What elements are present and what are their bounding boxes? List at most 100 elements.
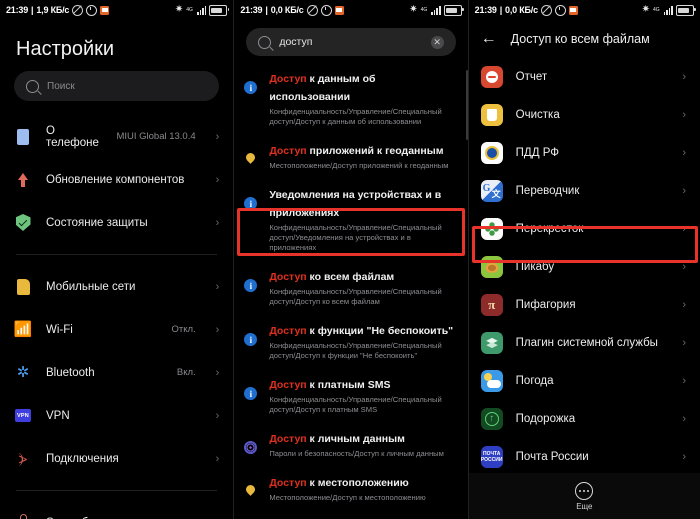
status-time: 21:39 xyxy=(474,5,497,15)
system-service-plugin-icon xyxy=(480,332,503,354)
battery-icon xyxy=(209,4,230,16)
more-dots-icon[interactable] xyxy=(575,481,594,500)
search-placeholder: Поиск xyxy=(47,80,75,92)
search-result-item[interactable]: Доступ к местоположению Местоположение/Д… xyxy=(234,466,467,510)
search-result-item[interactable]: i Уведомления на устройствах и в приложе… xyxy=(234,178,467,260)
chevron-right-icon: › xyxy=(215,216,220,229)
signal-icon xyxy=(196,5,207,15)
more-label: Еще xyxy=(576,501,593,511)
status-net-speed: 0,0 КБ/с xyxy=(505,5,538,15)
battery-icon xyxy=(443,4,464,16)
row-label: Обновление компонентов xyxy=(46,173,185,186)
search-result-item[interactable]: i Доступ к функции "Не беспокоить" Конфи… xyxy=(234,314,467,368)
app-label: Перекресток xyxy=(515,223,584,235)
sidebar-item-about-phone[interactable]: О телефоне MIUI Global 13.0.4 › xyxy=(0,115,233,158)
alarm-icon xyxy=(320,4,332,16)
status-bar-right: ✷ 4G xyxy=(641,4,696,16)
list-item-app[interactable]: ↑ Подорожка › xyxy=(469,400,700,438)
app-label: Подорожка xyxy=(515,413,576,425)
location-pin-icon xyxy=(243,473,258,496)
search-input[interactable]: Поиск xyxy=(14,71,220,101)
status-bar-left: 21:39 | 0,0 КБ/с xyxy=(474,4,578,16)
chevron-right-icon: › xyxy=(682,261,686,273)
status-bar-panel3: 21:39 | 0,0 КБ/с ✷ 4G xyxy=(469,0,700,20)
phone-icon xyxy=(14,128,32,146)
alarm-icon xyxy=(86,4,98,16)
sidebar-item-bluetooth[interactable]: ✲ Bluetooth Вкл. › xyxy=(0,351,233,394)
status-separator: | xyxy=(499,5,503,15)
search-result-item[interactable]: i Доступ к платным SMS Конфиденциальност… xyxy=(234,368,467,422)
chevron-right-icon: › xyxy=(682,185,686,197)
pikabu-icon xyxy=(480,256,503,278)
info-circle-icon: i xyxy=(243,69,258,94)
chevron-right-icon: › xyxy=(215,323,220,336)
vpn-icon: VPN xyxy=(14,407,32,425)
battery-icon xyxy=(676,4,696,16)
status-net-speed: 1,9 КБ/с xyxy=(36,5,70,15)
status-separator: | xyxy=(31,5,34,15)
back-arrow-icon[interactable]: ← xyxy=(481,31,497,47)
status-time: 21:39 xyxy=(6,5,29,15)
shield-check-icon xyxy=(14,214,32,232)
do-not-disturb-icon xyxy=(72,4,84,16)
search-input[interactable]: доступ ✕ xyxy=(246,28,456,56)
sidebar-item-security-status[interactable]: Состояние защиты › xyxy=(0,201,233,244)
search-result-item[interactable]: i Доступ к данным об использовании Конфи… xyxy=(234,62,467,134)
list-item-app-pikabu[interactable]: Пикабу › xyxy=(469,248,700,286)
app-label: Пикабу xyxy=(515,261,555,273)
fingerprint-icon xyxy=(243,429,258,454)
chevron-right-icon: › xyxy=(682,451,686,463)
weather-icon xyxy=(480,370,503,392)
row-label: Wi-Fi xyxy=(46,323,73,336)
location-pin-icon xyxy=(243,141,258,164)
app-label: Почта России xyxy=(515,451,589,463)
list-item-app[interactable]: Очистка › xyxy=(469,96,700,134)
app-label: Очистка xyxy=(515,109,560,121)
status-time: 21:39 xyxy=(240,5,263,15)
list-item-app[interactable]: Погода › xyxy=(469,362,700,400)
list-item-app[interactable]: Отчет › xyxy=(469,58,700,96)
sidebar-item-component-update[interactable]: Обновление компонентов › xyxy=(0,158,233,201)
page-title: Доступ ко всем файлам xyxy=(510,32,650,46)
list-item-app[interactable]: G 文 Переводчик › xyxy=(469,172,700,210)
search-result-item[interactable]: Доступ к личным данным Пароли и безопасн… xyxy=(234,422,467,466)
list-item-app[interactable]: Перекресток › xyxy=(469,210,700,248)
app-label: Отчет xyxy=(515,71,548,83)
sidebar-item-vpn[interactable]: VPN VPN › xyxy=(0,394,233,437)
clear-search-button[interactable]: ✕ xyxy=(430,35,444,49)
signal-label: 4G xyxy=(420,6,428,13)
wifi-icon: 📶 xyxy=(13,321,33,338)
chevron-right-icon: › xyxy=(682,147,686,159)
list-item-app[interactable]: Плагин системной службы › xyxy=(469,324,700,362)
sidebar-item-connections[interactable]: ⦔ Подключения › xyxy=(0,437,233,480)
bluetooth-icon: ✷ xyxy=(641,4,650,15)
row-value: Откл. xyxy=(171,324,196,335)
orange-app-icon xyxy=(568,5,578,15)
pdd-rf-icon xyxy=(480,142,503,164)
status-bar-right: ✷ 4G xyxy=(175,4,230,16)
result-title: Уведомления на устройствах и в приложени… xyxy=(269,189,442,219)
settings-search-results-screen: 21:39 | 0,0 КБ/с ✷ 4G доступ ✕ i Доступ … xyxy=(233,0,468,519)
list-item-app[interactable]: π Пифагория › xyxy=(469,286,700,324)
chevron-right-icon: › xyxy=(682,337,686,349)
sidebar-item-lock-screen[interactable]: Экран блокировки › xyxy=(0,501,233,519)
settings-main-screen: 21:39 | 1,9 КБ/с ✷ 4G Настройки Поиск О … xyxy=(0,0,234,519)
status-bar-panel1: 21:39 | 1,9 КБ/с ✷ 4G xyxy=(0,0,233,20)
app-label: ПДД РФ xyxy=(515,147,559,159)
result-path: Конфиденциальность/Управление/Специальны… xyxy=(269,107,442,126)
chevron-right-icon: › xyxy=(215,173,220,186)
row-label: О телефоне xyxy=(46,124,99,149)
list-item-app[interactable]: ПОЧТА РОССИИ Почта России › xyxy=(469,438,700,476)
sidebar-item-mobile-networks[interactable]: Мобильные сети › xyxy=(0,265,233,308)
search-result-item[interactable]: ⦔ Точка доступа Wi-Fi Подключения/Точка … xyxy=(234,510,467,519)
search-result-item-all-files-access[interactable]: i Доступ ко всем файлам Конфиденциальнос… xyxy=(234,260,467,314)
result-title: Доступ к платным SMS xyxy=(269,379,391,391)
sidebar-item-wifi[interactable]: 📶 Wi-Fi Откл. › xyxy=(0,308,233,351)
row-value: MIUI Global 13.0.4 xyxy=(116,131,196,142)
list-item-app[interactable]: ПДД РФ › xyxy=(469,134,700,172)
chevron-right-icon: › xyxy=(215,280,220,293)
row-label: VPN xyxy=(46,409,70,422)
search-result-item[interactable]: Доступ приложений к геоданным Местополож… xyxy=(234,134,467,178)
bottom-navigation-bar: Еще xyxy=(468,473,700,519)
page-title: Настройки xyxy=(16,38,115,60)
